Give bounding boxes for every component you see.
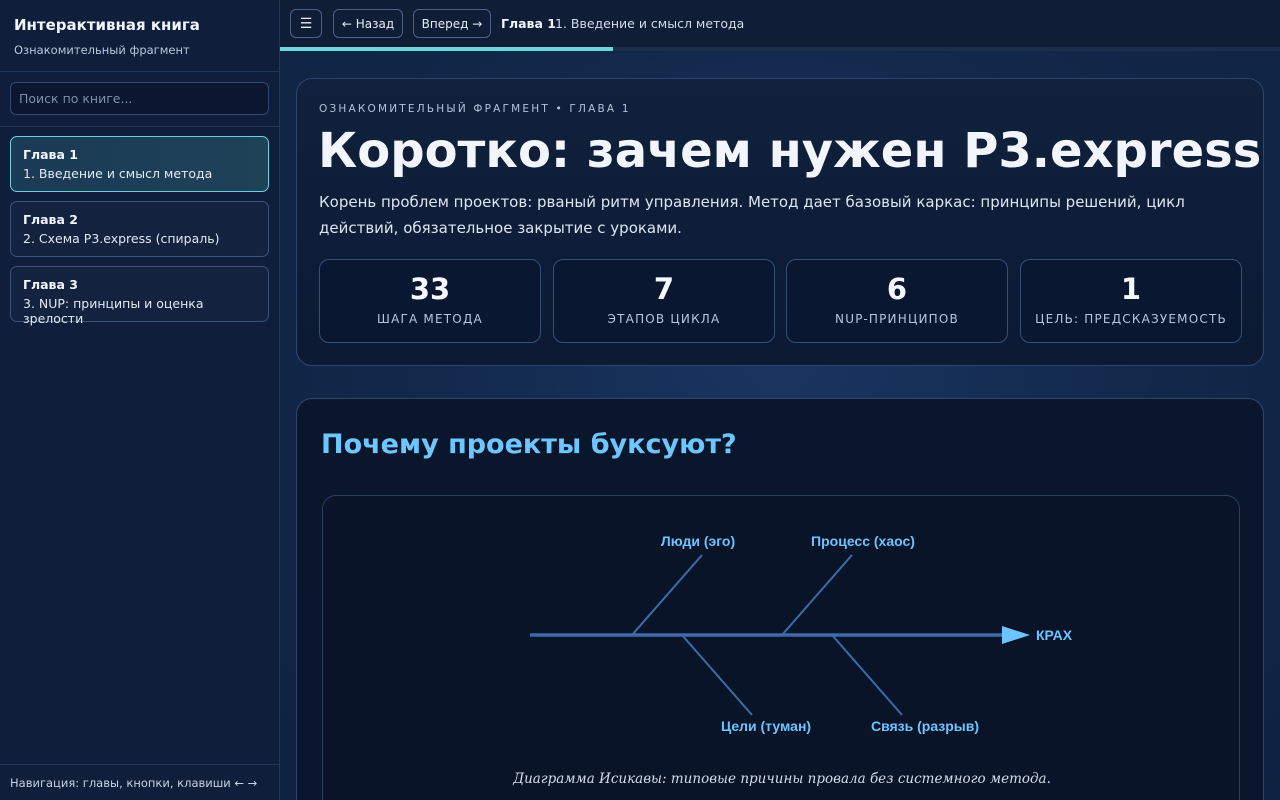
breadcrumb-title: 1. Введение и смысл метода [555,16,745,31]
chapter-title: 1. Введение и смысл метода [23,166,213,181]
stat-label: NUP-ПРИНЦИПОВ [835,312,959,326]
chapter-name: Глава 1 [23,147,78,162]
chapter-name: Глава 3 [23,277,78,292]
bone-communication [831,634,903,716]
bone-people [631,554,703,636]
cause-label-people: Люди (эго) [661,533,735,549]
bone-process [781,554,853,636]
book-subtitle: Ознакомительный фрагмент [14,43,190,57]
stat-label: ЭТАПОВ ЦИКЛА [607,312,721,326]
diagram-caption: Диаграмма Исикавы: типовые причины прова… [513,771,1051,787]
navigation-hint: Навигация: главы, кнопки, клавиши ← → [0,764,279,800]
hamburger-icon: ☰ [299,15,313,32]
sidebar-header: Интерактивная книга Ознакомительный фраг… [0,0,279,72]
sidebar: Интерактивная книга Ознакомительный фраг… [0,0,280,800]
page-title: Коротко: зачем нужен P3.express [318,123,1262,179]
stat-value: 33 [409,272,451,306]
chapter-item-2[interactable]: Глава 2 2. Схема P3.express (спираль) [10,201,269,257]
arrow-head-icon [1002,626,1030,644]
stat-value: 6 [886,272,908,306]
chapter-name: Глава 2 [23,212,78,227]
section-title: Почему проекты буксуют? [321,429,737,460]
search-input[interactable] [10,82,269,115]
section-why-projects-stall: Почему проекты буксуют? Люди (эго) Проце… [296,398,1264,800]
back-button[interactable]: ← Назад [333,9,403,38]
app: Интерактивная книга Ознакомительный фраг… [0,0,1280,800]
stat-label: ЦЕЛЬ: ПРЕДСКАЗУЕМОСТЬ [1035,312,1227,326]
hero-kicker: ОЗНАКОМИТЕЛЬНЫЙ ФРАГМЕНТ • ГЛАВА 1 [319,103,631,115]
cause-label-goals: Цели (туман) [721,718,811,734]
sidebar-divider [0,126,279,127]
stat-card-steps: 33 ШАГА МЕТОДА [319,259,541,343]
main-content: ОЗНАКОМИТЕЛЬНЫЙ ФРАГМЕНТ • ГЛАВА 1 Корот… [280,51,1280,800]
chapter-title: 3. NUP: принципы и оценка зрелости [23,296,204,326]
hero-description: Корень проблем проектов: рваный ритм упр… [319,193,1185,237]
stat-value: 7 [653,272,675,306]
stat-card-goal: 1 ЦЕЛЬ: ПРЕДСКАЗУЕМОСТЬ [1020,259,1242,343]
breadcrumb-chapter: Глава 1 [501,16,556,31]
topbar: ☰ ← Назад Вперед → Глава 1 1. Введение и… [280,0,1280,48]
stat-card-stages: 7 ЭТАПОВ ЦИКЛА [553,259,775,343]
chapter-item-1[interactable]: Глава 1 1. Введение и смысл метода [10,136,269,192]
effect-label: КРАХ [1036,627,1073,643]
ishikawa-diagram: Люди (эго) Процесс (хаос) Цели (туман) С… [322,495,1240,800]
chapter-list: Глава 1 1. Введение и смысл метода Глава… [10,136,269,331]
stat-card-principles: 6 NUP-ПРИНЦИПОВ [786,259,1008,343]
hero-card: ОЗНАКОМИТЕЛЬНЫЙ ФРАГМЕНТ • ГЛАВА 1 Корот… [296,78,1264,366]
chapter-item-3[interactable]: Глава 3 3. NUP: принципы и оценка зрелос… [10,266,269,326]
fishbone-svg: Люди (эго) Процесс (хаос) Цели (туман) С… [530,533,1073,734]
stats-row: 33 ШАГА МЕТОДА 7 ЭТАПОВ ЦИКЛА 6 NUP-ПРИН… [319,259,1242,344]
book-title: Интерактивная книга [14,16,200,34]
chapter-title: 2. Схема P3.express (спираль) [23,231,220,246]
stat-value: 1 [1120,272,1142,306]
bone-goals [681,634,753,716]
stat-label: ШАГА МЕТОДА [377,312,483,326]
cause-label-communication: Связь (разрыв) [871,718,979,734]
forward-button[interactable]: Вперед → [413,9,491,38]
menu-button[interactable]: ☰ [290,9,322,38]
cause-label-process: Процесс (хаос) [811,533,915,549]
